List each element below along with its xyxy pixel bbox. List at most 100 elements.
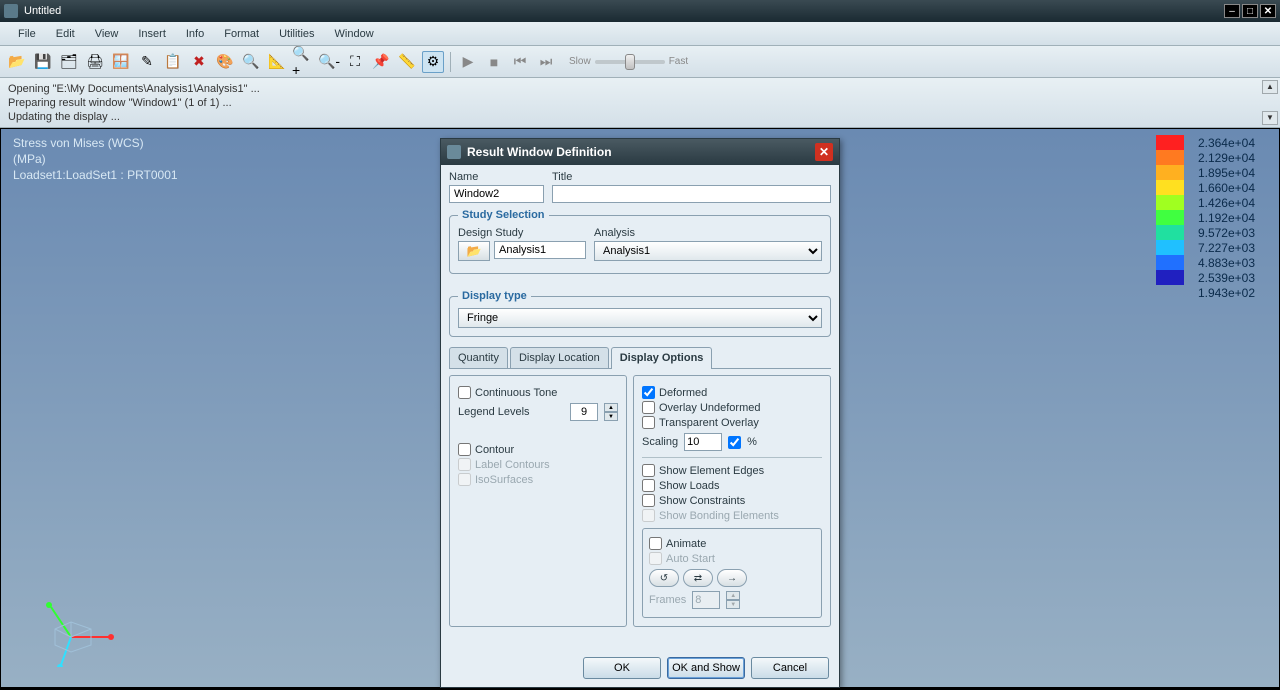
legend-levels-down[interactable]: ▼ (604, 412, 618, 421)
scaling-label: Scaling (642, 436, 678, 448)
tab-display-options[interactable]: Display Options (611, 347, 713, 368)
tree-icon[interactable]: ⚙ (422, 51, 444, 73)
analysis-label: Analysis (594, 227, 822, 239)
menu-insert[interactable]: Insert (128, 24, 176, 44)
anim-bounce-button[interactable]: ⇄ (683, 569, 713, 587)
dialog-title: Result Window Definition (467, 145, 612, 159)
title-input[interactable] (552, 185, 831, 203)
pin-icon[interactable]: 📌 (370, 51, 392, 73)
options-right-panel: Deformed Overlay Undeformed Transparent … (633, 375, 831, 627)
menu-edit[interactable]: Edit (46, 24, 85, 44)
overlay-undeformed-checkbox[interactable] (642, 401, 655, 414)
ok-and-show-button[interactable]: OK and Show (667, 657, 745, 679)
animate-panel: Animate Auto Start ↺ ⇄ → Frames ▲ ▼ (642, 528, 822, 618)
query-icon[interactable]: 🔍 (240, 51, 262, 73)
anim-once-button[interactable]: → (717, 569, 747, 587)
result-window-definition-dialog: Result Window Definition ✕ Name Title St… (440, 138, 840, 688)
measure-icon[interactable]: 📏 (396, 51, 418, 73)
frames-up: ▲ (726, 591, 740, 600)
print-icon[interactable]: 🖨 (84, 51, 106, 73)
log-line: Updating the display ... (8, 110, 1272, 124)
stop-icon[interactable]: ■ (483, 51, 505, 73)
step-back-icon[interactable]: ⏮ (509, 51, 531, 73)
menu-info[interactable]: Info (176, 24, 214, 44)
display-type-select[interactable]: Fringe (458, 308, 822, 328)
fringe-icon[interactable]: 🎨 (214, 51, 236, 73)
frames-label: Frames (649, 594, 686, 606)
continuous-tone-checkbox[interactable] (458, 386, 471, 399)
zoom-out-icon[interactable]: 🔍- (318, 51, 340, 73)
show-loads-checkbox[interactable] (642, 479, 655, 492)
transparent-overlay-checkbox[interactable] (642, 416, 655, 429)
menu-window[interactable]: Window (325, 24, 384, 44)
annotate-icon[interactable]: 📐 (266, 51, 288, 73)
copy-layout-icon[interactable]: 🗂 (58, 51, 80, 73)
tab-quantity[interactable]: Quantity (449, 347, 508, 368)
menu-utilities[interactable]: Utilities (269, 24, 324, 44)
play-icon[interactable]: ▶ (457, 51, 479, 73)
close-button[interactable]: ✕ (1260, 4, 1276, 18)
design-study-label: Design Study (458, 227, 586, 239)
animate-checkbox[interactable] (649, 537, 662, 550)
contour-checkbox[interactable] (458, 443, 471, 456)
edit-icon[interactable]: ✎ (136, 51, 158, 73)
design-study-input[interactable] (494, 241, 586, 259)
app-title: Untitled (24, 5, 61, 17)
delete-icon[interactable]: ✖ (188, 51, 210, 73)
menu-format[interactable]: Format (214, 24, 269, 44)
menu-file[interactable]: File (8, 24, 46, 44)
zoom-fit-icon[interactable]: ⛶ (344, 51, 366, 73)
speed-slider[interactable]: Slow Fast (569, 56, 688, 67)
scaling-input[interactable] (684, 433, 722, 451)
color-legend: 2.364e+04 2.129e+04 1.895e+04 1.660e+04 … (1156, 135, 1255, 300)
dialog-titlebar[interactable]: Result Window Definition ✕ (441, 139, 839, 165)
auto-start-checkbox (649, 552, 662, 565)
isosurfaces-checkbox (458, 473, 471, 486)
study-selection-fieldset: Study Selection Design Study 📂 Analysis … (449, 209, 831, 274)
log-panel: Opening "E:\My Documents\Analysis1\Analy… (0, 78, 1280, 128)
frames-input (692, 591, 720, 609)
open-icon[interactable]: 📂 (6, 51, 28, 73)
app-icon (4, 4, 18, 18)
tab-display-location[interactable]: Display Location (510, 347, 609, 368)
show-bonding-checkbox (642, 509, 655, 522)
title-label: Title (552, 171, 831, 183)
slow-label: Slow (569, 56, 591, 67)
label-contours-checkbox (458, 458, 471, 471)
show-element-edges-checkbox[interactable] (642, 464, 655, 477)
toolbar: 📂 💾 🗂 🖨 🪟 ✎ 📋 ✖ 🎨 🔍 📐 🔍+ 🔍- ⛶ 📌 📏 ⚙ ▶ ■ … (0, 46, 1280, 78)
tabs: Quantity Display Location Display Option… (449, 347, 831, 369)
menu-view[interactable]: View (85, 24, 129, 44)
window-icon[interactable]: 🪟 (110, 51, 132, 73)
ok-button[interactable]: OK (583, 657, 661, 679)
legend-levels-input[interactable] (570, 403, 598, 421)
minimize-button[interactable]: – (1224, 4, 1240, 18)
maximize-button[interactable]: □ (1242, 4, 1258, 18)
scroll-up-icon[interactable]: ▲ (1262, 80, 1278, 94)
show-constraints-checkbox[interactable] (642, 494, 655, 507)
scroll-down-icon[interactable]: ▼ (1262, 111, 1278, 125)
name-label: Name (449, 171, 544, 183)
legend-levels-label: Legend Levels (458, 406, 530, 418)
name-input[interactable] (449, 185, 544, 203)
fast-label: Fast (669, 56, 688, 67)
frames-down: ▼ (726, 600, 740, 609)
log-line: Opening "E:\My Documents\Analysis1\Analy… (8, 82, 1272, 96)
legend-levels-up[interactable]: ▲ (604, 403, 618, 412)
anim-loop-button[interactable]: ↺ (649, 569, 679, 587)
dialog-close-button[interactable]: ✕ (815, 143, 833, 161)
log-line: Preparing result window "Window1" (1 of … (8, 96, 1272, 110)
browse-study-button[interactable]: 📂 (458, 241, 490, 261)
scaling-percent-checkbox[interactable] (728, 436, 741, 449)
analysis-select[interactable]: Analysis1 (594, 241, 822, 261)
copy-icon[interactable]: 📋 (162, 51, 184, 73)
menubar: File Edit View Insert Info Format Utilit… (0, 22, 1280, 46)
dialog-icon (447, 145, 461, 159)
deformed-checkbox[interactable] (642, 386, 655, 399)
zoom-in-icon[interactable]: 🔍+ (292, 51, 314, 73)
cancel-button[interactable]: Cancel (751, 657, 829, 679)
display-type-fieldset: Display type Fringe (449, 290, 831, 337)
save-icon[interactable]: 💾 (32, 51, 54, 73)
step-forward-icon[interactable]: ⏭ (535, 51, 557, 73)
app-titlebar: Untitled – □ ✕ (0, 0, 1280, 22)
